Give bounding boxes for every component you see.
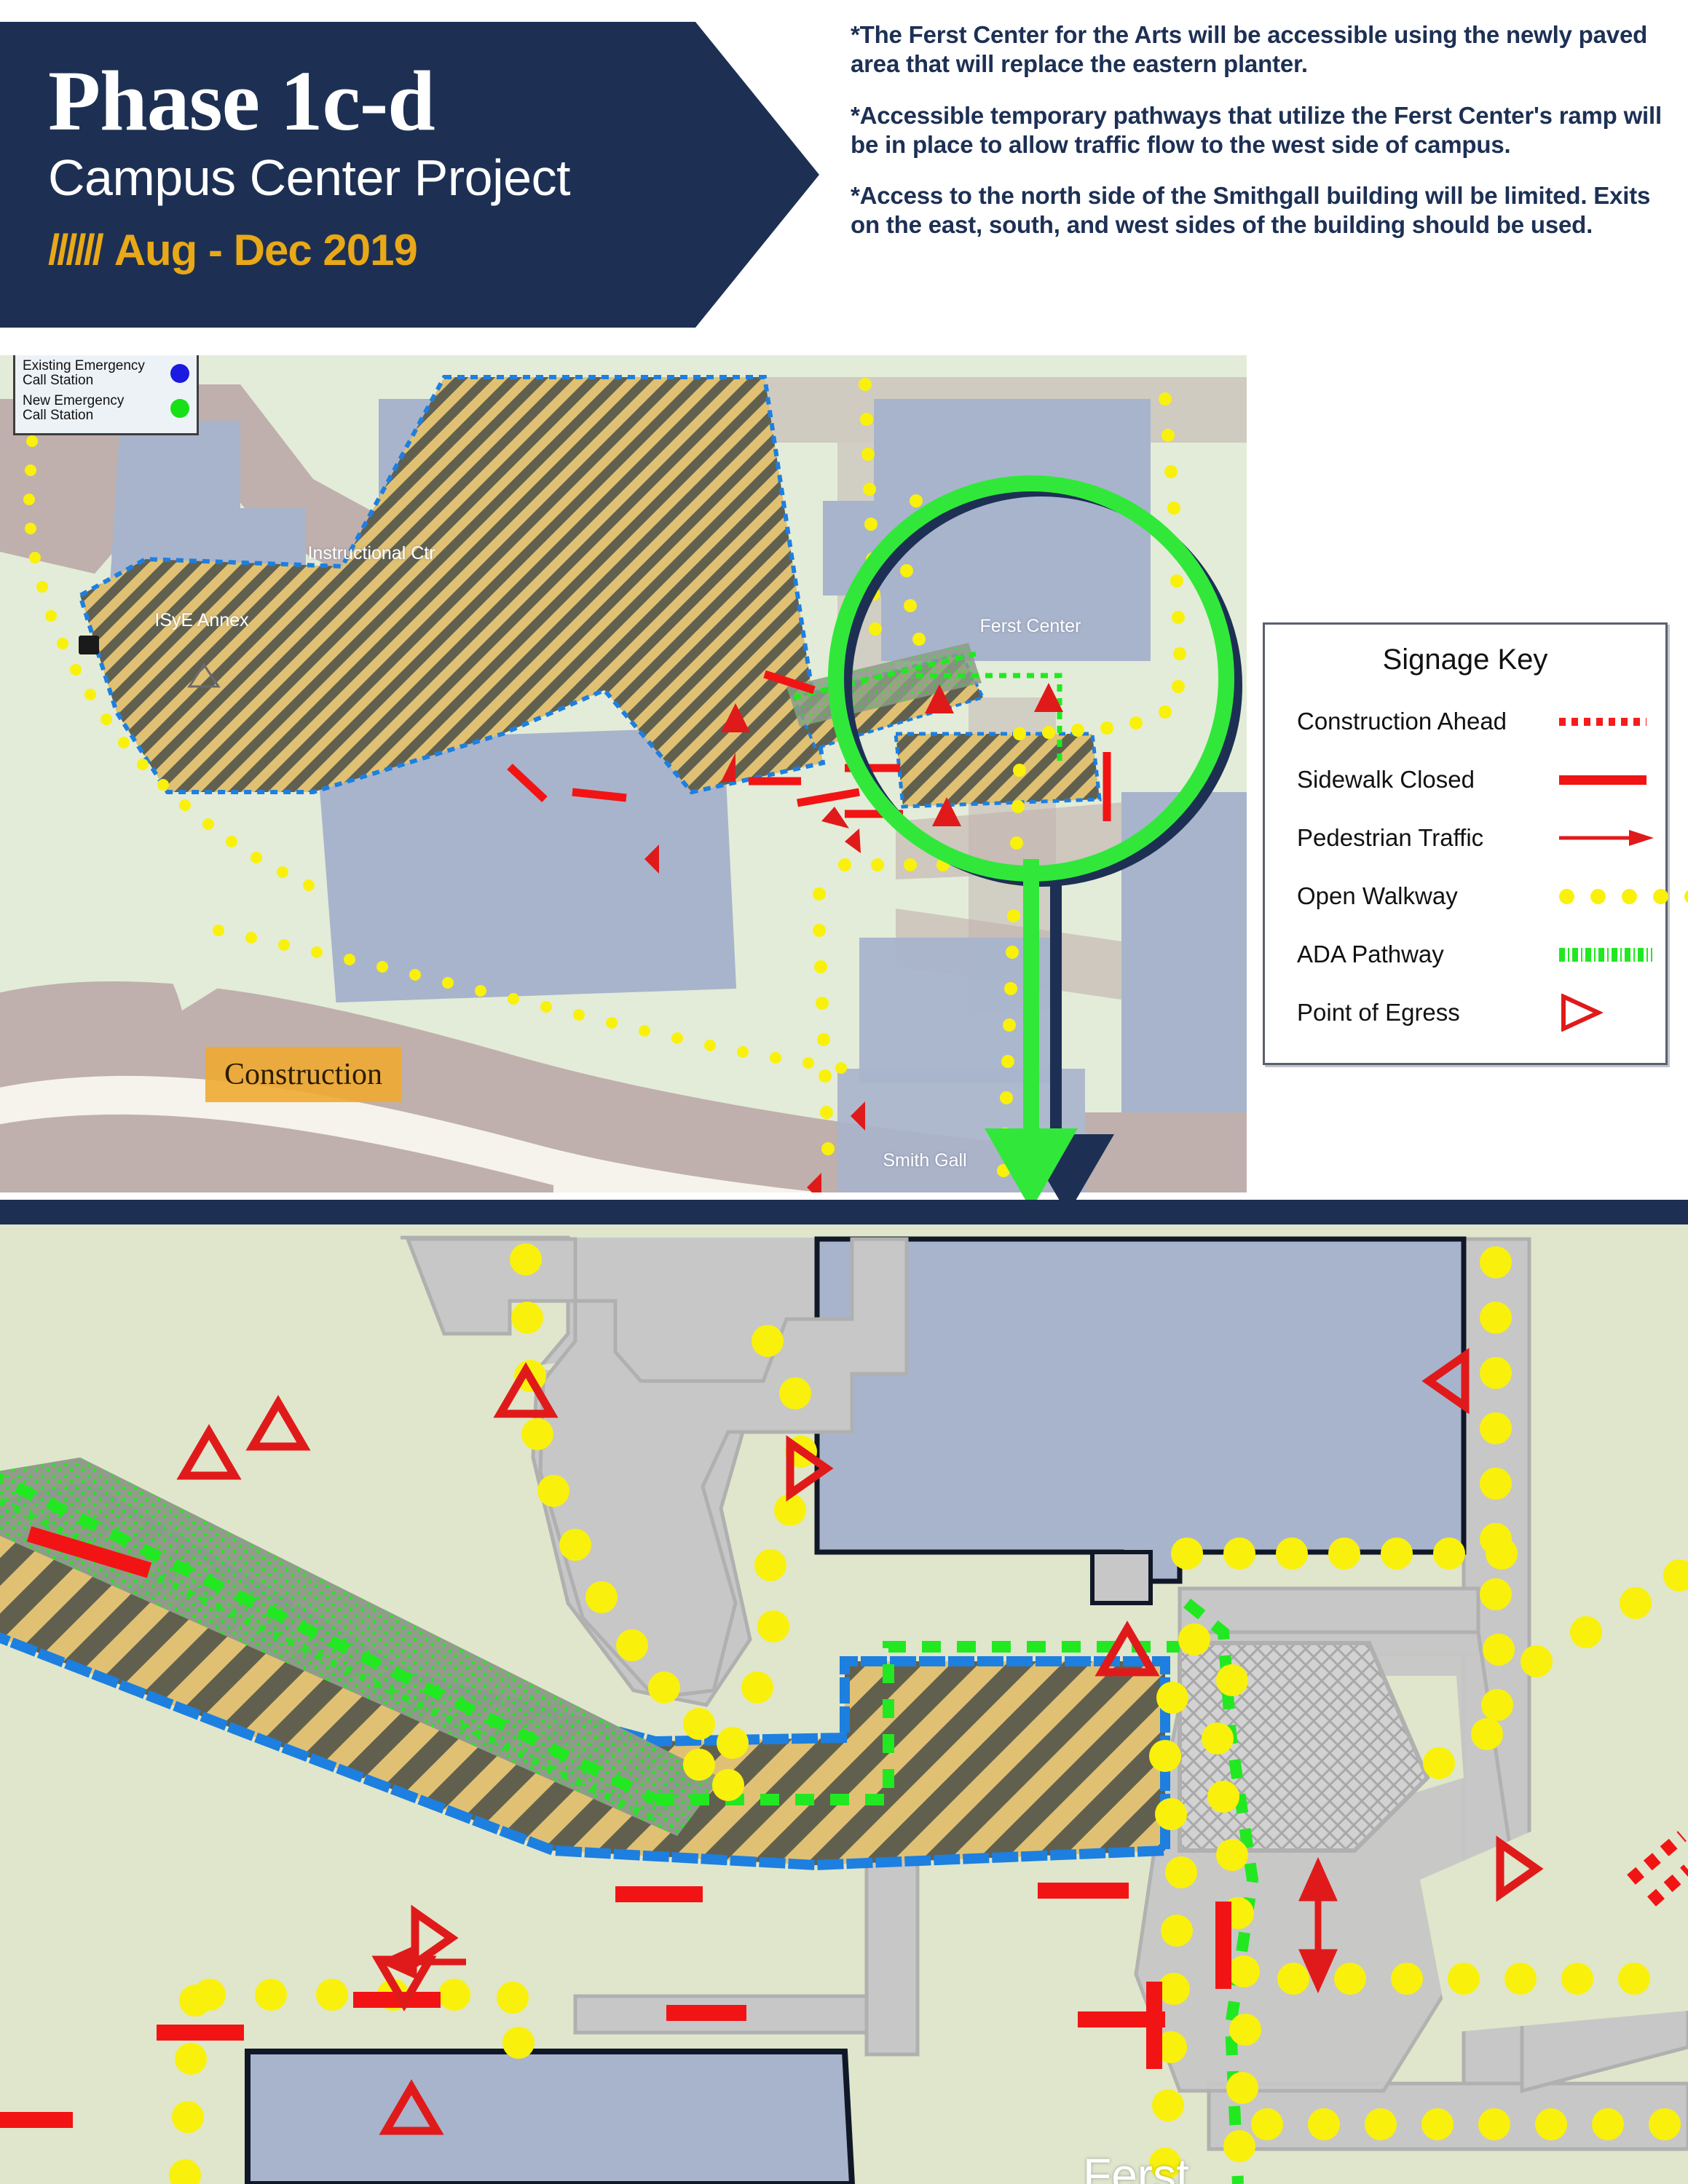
detail-map[interactable]: Ferst Center for the Arts Smithgall - St…	[0, 1224, 1688, 2184]
overview-building-label-instructional-ctr: Instructional Ctr	[307, 543, 435, 563]
signage-key-row-pedestrian-traffic: Pedestrian Traffic	[1265, 809, 1665, 867]
note-item: *Accessible temporary pathways that util…	[851, 101, 1662, 158]
project-subtitle: Campus Center Project	[48, 149, 571, 206]
slash-decoration-icon: //////	[48, 226, 104, 274]
emergency-call-station-legend: Existing Emergency Call Station New Emer…	[13, 355, 199, 435]
notes-list: *The Ferst Center for the Arts will be a…	[851, 20, 1666, 262]
date-row: ////// Aug - Dec 2019	[48, 225, 819, 275]
note-item: *The Ferst Center for the Arts will be a…	[851, 21, 1648, 78]
ferst-label-line1: Ferst	[1083, 2149, 1189, 2184]
page-title: Phase 1c-d	[48, 53, 435, 149]
new-call-station-dot-icon	[170, 399, 189, 418]
signage-key-label: ADA Pathway	[1297, 941, 1444, 968]
overview-building-label-smith-gall: Smith Gall	[883, 1150, 967, 1171]
signage-key-row-open-walkway: Open Walkway	[1265, 867, 1688, 925]
signage-key-label: Point of Egress	[1297, 999, 1460, 1026]
signage-key-panel: Signage Key Construction Ahead Sidewalk …	[1263, 622, 1688, 1065]
section-divider-band	[0, 1200, 1688, 1224]
legend-row-new-call-station: New Emergency Call Station	[23, 391, 189, 426]
legend-label-existing-call-station: Existing Emergency Call Station	[23, 358, 145, 388]
signage-key-title: Signage Key	[1382, 644, 1548, 676]
dashed-red-line-icon	[1559, 717, 1646, 726]
solid-red-bar-icon	[1559, 775, 1646, 785]
green-dashed-line-icon	[1559, 947, 1652, 962]
red-triangle-outline-icon	[1561, 994, 1603, 1032]
phase-banner: Phase 1c-d Campus Center Project ////// …	[0, 22, 819, 328]
signage-key-label: Sidewalk Closed	[1297, 766, 1475, 793]
overview-map[interactable]: Existing Emergency Call Station New Emer…	[0, 355, 1247, 1192]
note-item: *Access to the north side of the Smithga…	[851, 182, 1651, 239]
signage-key-row-sidewalk-closed: Sidewalk Closed	[1265, 751, 1665, 809]
signage-key-label: Construction Ahead	[1297, 708, 1507, 735]
yellow-dots-icon	[1559, 888, 1688, 904]
signage-key-row-construction-ahead: Construction Ahead	[1265, 692, 1665, 751]
red-arrow-icon	[1559, 830, 1654, 846]
detail-map-graphics	[0, 1224, 1688, 2184]
legend-row-existing-call-station: Existing Emergency Call Station	[23, 356, 189, 391]
signage-key-row-point-of-egress: Point of Egress	[1265, 984, 1665, 1042]
construction-map-poster: Phase 1c-d Campus Center Project ////// …	[0, 0, 1688, 2184]
legend-label-new-call-station: New Emergency Call Station	[23, 393, 125, 423]
detail-building-label-ferst-center: Ferst Center for the Arts	[976, 2149, 1296, 2184]
signage-key-label: Open Walkway	[1297, 882, 1458, 909]
poster-header: Phase 1c-d Campus Center Project ////// …	[0, 0, 1688, 342]
overview-building-label-ferst-center: Ferst Center	[979, 616, 1081, 636]
signage-key-label: Pedestrian Traffic	[1297, 824, 1484, 851]
signage-key-row-ada-pathway: ADA Pathway	[1265, 925, 1665, 984]
overview-map-graphics	[0, 355, 1247, 1192]
existing-call-station-dot-icon	[170, 364, 189, 383]
date-range: Aug - Dec 2019	[114, 225, 418, 274]
overview-building-label-isye-annex: ISyE Annex	[154, 610, 249, 630]
construction-zone-label: Construction	[205, 1047, 401, 1102]
